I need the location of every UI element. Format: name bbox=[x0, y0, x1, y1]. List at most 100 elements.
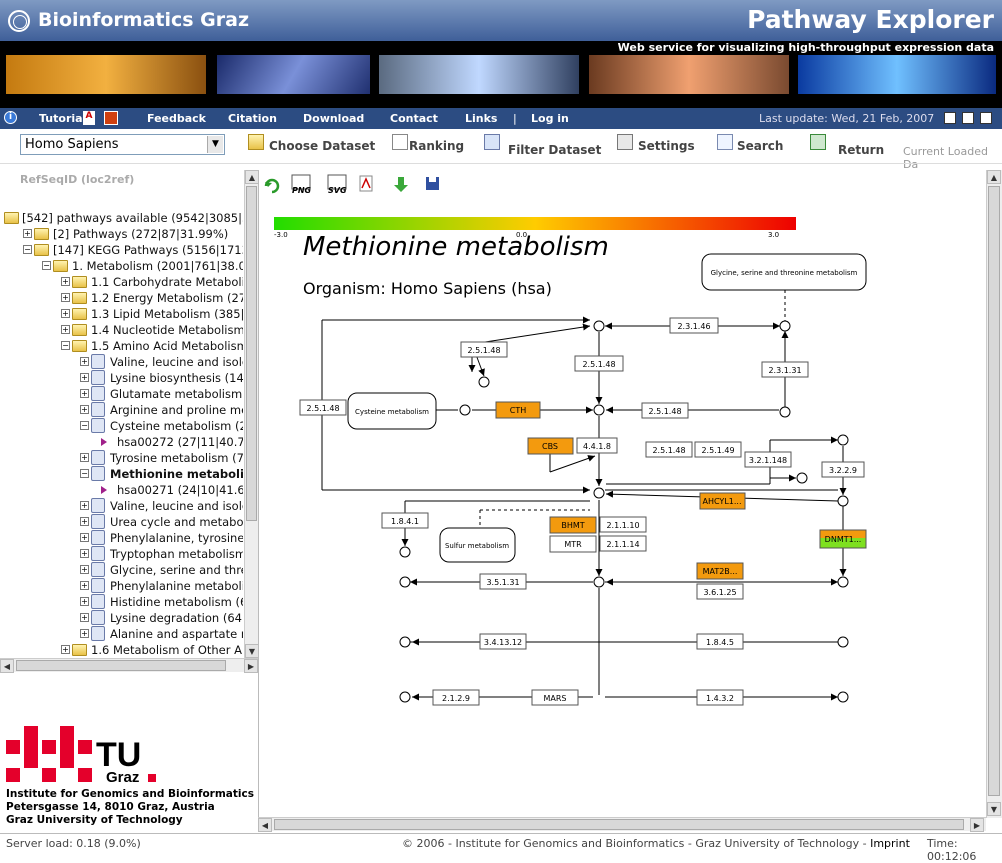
expand-icon[interactable]: + bbox=[80, 629, 89, 638]
window-maximize-icon[interactable] bbox=[962, 112, 974, 124]
ec-box[interactable]: 3.4.13.12 bbox=[479, 633, 527, 650]
ec-box[interactable]: 2.1.1.10 bbox=[599, 516, 647, 533]
collapse-icon[interactable]: − bbox=[23, 245, 32, 254]
nav-tutorial[interactable]: Tutorial bbox=[39, 112, 86, 125]
ec-box[interactable]: 3.6.1.25 bbox=[696, 583, 744, 600]
ec-box[interactable]: 3.2.2.9 bbox=[821, 461, 865, 478]
expand-icon[interactable]: + bbox=[61, 277, 70, 286]
scroll-thumb[interactable] bbox=[274, 819, 964, 830]
expand-icon[interactable]: + bbox=[80, 405, 89, 414]
expand-icon[interactable]: + bbox=[80, 453, 89, 462]
gene-dnmt1[interactable]: DNMT1... bbox=[819, 529, 867, 549]
ec-box[interactable]: 2.5.1.48 bbox=[574, 355, 624, 372]
slides-icon[interactable] bbox=[104, 111, 118, 125]
collapse-icon[interactable]: − bbox=[80, 421, 89, 430]
expand-icon[interactable]: + bbox=[80, 549, 89, 558]
pdf-icon[interactable]: A bbox=[83, 111, 95, 125]
info-icon[interactable]: i bbox=[4, 111, 17, 124]
download-arrow-icon[interactable] bbox=[394, 177, 408, 192]
return-button[interactable]: Return bbox=[838, 143, 884, 157]
ec-box[interactable]: 2.5.1.48 bbox=[299, 399, 347, 416]
expand-icon[interactable]: + bbox=[80, 357, 89, 366]
compound-node[interactable] bbox=[478, 376, 490, 388]
gene-cbs[interactable]: CBS bbox=[527, 437, 574, 455]
compound-node[interactable] bbox=[399, 636, 411, 648]
gene-bhmt[interactable]: BHMT bbox=[549, 516, 597, 534]
gene-cth[interactable]: CTH bbox=[495, 401, 541, 419]
scroll-right-icon[interactable]: ▶ bbox=[244, 659, 258, 673]
tree-vertical-scrollbar[interactable]: ▲ ▼ bbox=[244, 170, 259, 658]
compound-node[interactable] bbox=[399, 691, 411, 703]
expand-icon[interactable]: + bbox=[80, 533, 89, 542]
pdf-export-icon[interactable] bbox=[359, 175, 373, 192]
ec-box[interactable]: 1.8.4.1 bbox=[381, 512, 429, 529]
compound-node[interactable] bbox=[779, 406, 791, 418]
ec-box[interactable]: 4.4.1.8 bbox=[576, 437, 618, 454]
compound-node[interactable] bbox=[399, 546, 411, 558]
ec-box[interactable]: 2.5.1.48 bbox=[645, 441, 693, 458]
imprint-link[interactable]: Imprint bbox=[870, 837, 910, 850]
ec-box[interactable]: 2.1.2.9 bbox=[432, 689, 480, 706]
ec-box[interactable]: 1.4.3.2 bbox=[696, 689, 744, 706]
scroll-thumb[interactable] bbox=[988, 186, 1000, 796]
compound-node[interactable] bbox=[837, 576, 849, 588]
scroll-down-icon[interactable]: ▼ bbox=[245, 644, 259, 658]
ec-box[interactable]: 1.8.4.5 bbox=[696, 633, 744, 650]
compound-node[interactable] bbox=[837, 434, 849, 446]
compound-node[interactable] bbox=[459, 404, 471, 416]
expand-icon[interactable]: + bbox=[80, 613, 89, 622]
search-icon[interactable] bbox=[717, 134, 733, 150]
compound-node[interactable] bbox=[796, 472, 808, 484]
collapse-icon[interactable]: − bbox=[42, 261, 51, 270]
search-button[interactable]: Search bbox=[737, 139, 783, 153]
expand-icon[interactable]: + bbox=[80, 501, 89, 510]
compound-node[interactable] bbox=[837, 495, 849, 507]
expand-icon[interactable]: + bbox=[80, 373, 89, 382]
compound-node[interactable] bbox=[593, 404, 605, 416]
compound-node[interactable] bbox=[593, 487, 605, 499]
window-restore-icon[interactable] bbox=[944, 112, 956, 124]
scroll-thumb[interactable] bbox=[16, 660, 226, 671]
compound-node[interactable] bbox=[399, 576, 411, 588]
ec-box[interactable]: 2.5.1.49 bbox=[694, 441, 742, 458]
ec-box[interactable]: 3.5.1.31 bbox=[479, 573, 527, 590]
expand-icon[interactable]: + bbox=[80, 581, 89, 590]
ec-box[interactable]: 2.3.1.46 bbox=[669, 317, 719, 334]
svg-export-button[interactable]: SVG bbox=[327, 174, 347, 195]
return-icon[interactable] bbox=[810, 134, 826, 150]
compound-node[interactable] bbox=[593, 320, 605, 332]
expand-icon[interactable]: + bbox=[80, 565, 89, 574]
scroll-thumb[interactable] bbox=[246, 186, 257, 521]
gene-mtr[interactable]: MTR bbox=[549, 535, 597, 553]
compound-node[interactable] bbox=[837, 636, 849, 648]
scroll-down-icon[interactable]: ▼ bbox=[987, 802, 1001, 816]
view-horizontal-scrollbar[interactable]: ◀ ▶ bbox=[258, 817, 986, 832]
filter-dataset-button[interactable]: Filter Dataset bbox=[508, 143, 601, 157]
expand-icon[interactable]: + bbox=[23, 229, 32, 238]
filter-icon[interactable] bbox=[484, 134, 500, 150]
ranking-button[interactable]: Ranking bbox=[409, 139, 464, 153]
expand-icon[interactable]: + bbox=[80, 597, 89, 606]
scroll-up-icon[interactable]: ▲ bbox=[987, 170, 1001, 184]
expand-icon[interactable]: + bbox=[61, 325, 70, 334]
nav-feedback[interactable]: Feedback bbox=[147, 112, 206, 125]
refresh-icon[interactable] bbox=[264, 178, 280, 194]
folder-open-icon[interactable] bbox=[248, 134, 264, 150]
scroll-left-icon[interactable]: ◀ bbox=[258, 818, 272, 832]
gene-mat2b[interactable]: MAT2B... bbox=[696, 562, 744, 580]
choose-dataset-button[interactable]: Choose Dataset bbox=[269, 139, 375, 153]
collapse-icon[interactable]: − bbox=[61, 341, 70, 350]
ec-box[interactable]: 3.2.1.148 bbox=[744, 451, 792, 468]
compound-node[interactable] bbox=[779, 320, 791, 332]
scroll-up-icon[interactable]: ▲ bbox=[245, 170, 259, 184]
ec-box[interactable]: 2.5.1.48 bbox=[460, 341, 508, 358]
expand-icon[interactable]: + bbox=[61, 293, 70, 302]
ec-box[interactable]: 2.5.1.48 bbox=[641, 402, 689, 419]
expand-icon[interactable]: + bbox=[61, 309, 70, 318]
organism-select[interactable]: Homo Sapiens ▼ bbox=[20, 134, 225, 155]
expand-icon[interactable]: + bbox=[61, 645, 70, 654]
chevron-down-icon[interactable]: ▼ bbox=[207, 136, 223, 153]
collapse-icon[interactable]: − bbox=[80, 469, 89, 478]
tree-horizontal-scrollbar[interactable]: ◀ ▶ bbox=[0, 658, 258, 673]
nav-login[interactable]: Log in bbox=[531, 112, 569, 125]
